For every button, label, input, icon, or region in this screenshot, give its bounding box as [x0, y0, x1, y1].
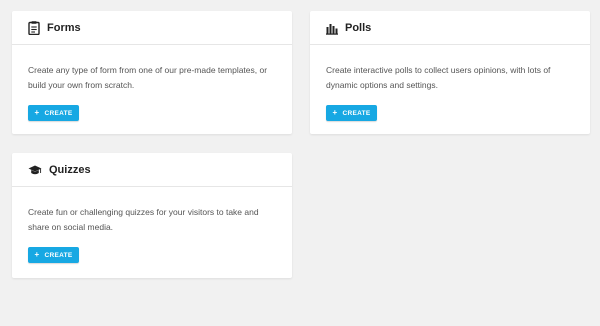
- card-header: Polls: [310, 11, 590, 45]
- create-quiz-button[interactable]: + CREATE: [28, 247, 79, 263]
- graduation-cap-icon: [28, 163, 42, 177]
- plus-icon: +: [332, 108, 338, 117]
- card-header: Forms: [12, 11, 292, 45]
- create-poll-button[interactable]: + CREATE: [326, 105, 377, 121]
- quizzes-card: Quizzes Create fun or challenging quizze…: [12, 153, 292, 278]
- card-body: Create any type of form from one of our …: [12, 45, 292, 121]
- card-title: Forms: [47, 21, 81, 34]
- card-body: Create fun or challenging quizzes for yo…: [12, 187, 292, 263]
- card-body: Create interactive polls to collect user…: [310, 45, 590, 121]
- card-description: Create interactive polls to collect user…: [326, 65, 551, 90]
- bar-chart-icon: [326, 21, 338, 35]
- create-form-button[interactable]: + CREATE: [28, 105, 79, 121]
- clipboard-icon: [28, 20, 40, 35]
- card-title: Polls: [345, 21, 372, 34]
- button-label: CREATE: [44, 251, 73, 259]
- button-label: CREATE: [44, 109, 73, 117]
- card-title: Quizzes: [49, 163, 91, 176]
- card-description: Create any type of form from one of our …: [28, 65, 268, 90]
- plus-icon: +: [34, 108, 40, 117]
- card-description: Create fun or challenging quizzes for yo…: [28, 207, 259, 232]
- card-header: Quizzes: [12, 153, 292, 187]
- button-label: CREATE: [342, 109, 371, 117]
- plus-icon: +: [34, 250, 40, 259]
- polls-card: Polls Create interactive polls to collec…: [310, 11, 590, 134]
- forms-card: Forms Create any type of form from one o…: [12, 11, 292, 134]
